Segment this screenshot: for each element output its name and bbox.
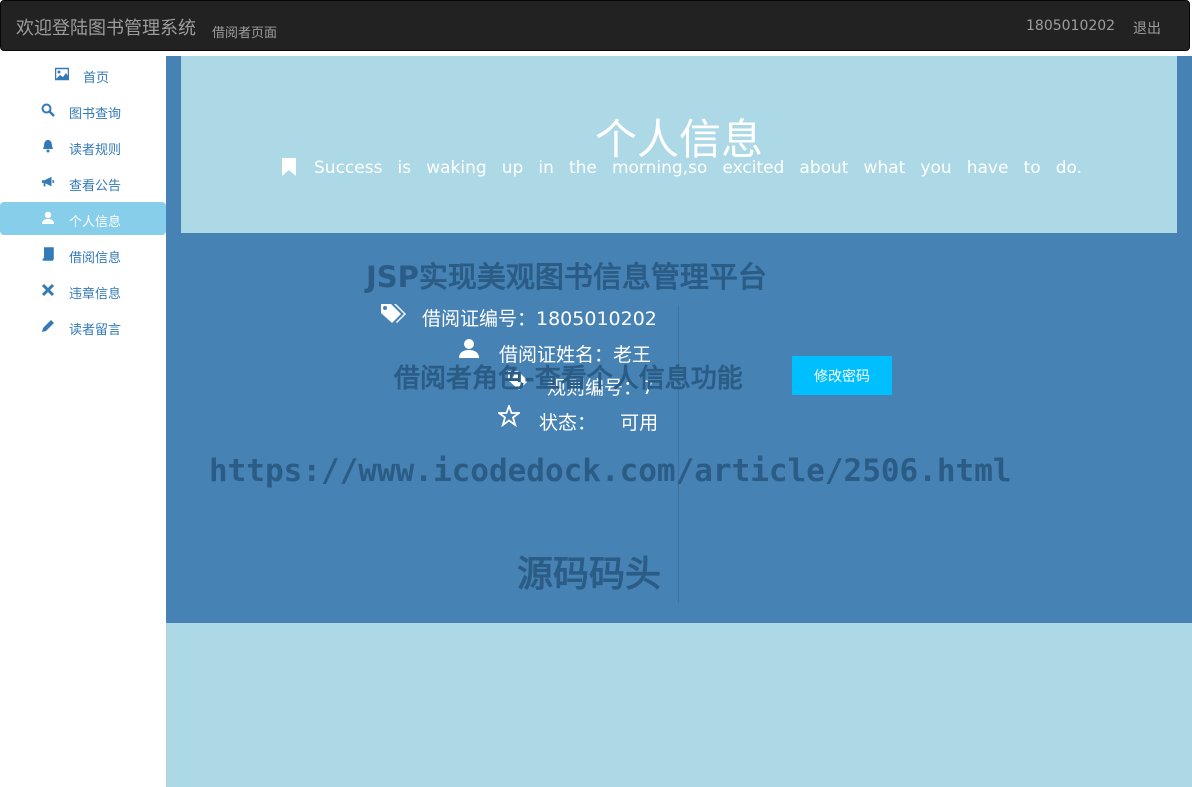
user-id-link[interactable]: 1805010202 xyxy=(1026,18,1115,34)
sidebar: 首页 图书查询 读者规则 查看公告 个人信息 借阅信息 违章信息 读者留言 xyxy=(0,56,166,787)
book-icon xyxy=(42,247,54,261)
watermark-url: https://www.icodedock.com/article/2506.h… xyxy=(209,453,1012,489)
sidebar-item-violations[interactable]: 违章信息 xyxy=(0,274,166,307)
top-navbar: 欢迎登陆图书管理系统 借阅者页面 1805010202 退出 xyxy=(0,0,1190,51)
change-password-button[interactable]: 修改密码 xyxy=(792,356,892,395)
logout-link[interactable]: 退出 xyxy=(1133,18,1161,38)
sidebar-item-borrow-info[interactable]: 借阅信息 xyxy=(0,238,166,271)
sidebar-item-label: 读者规则 xyxy=(69,143,122,158)
watermark-title: JSP实现美观图书信息管理平台 xyxy=(366,260,767,294)
picture-icon xyxy=(55,67,69,81)
sidebar-item-home[interactable]: 首页 xyxy=(0,58,166,91)
sidebar-item-book-search[interactable]: 图书查询 xyxy=(0,94,166,127)
sidebar-item-label: 个人信息 xyxy=(69,215,122,230)
star-icon xyxy=(498,405,520,427)
account-status: 状态： 可用 xyxy=(539,412,659,434)
card-number: 借阅证编号：1805010202 xyxy=(422,308,657,330)
remove-icon xyxy=(41,283,55,297)
watermark-subtitle: 借阅者角色-查看个人信息功能 xyxy=(394,364,743,394)
bullhorn-icon xyxy=(41,176,55,187)
user-icon xyxy=(42,211,54,224)
jumbotron: 个人信息 Success is waking up in the morning… xyxy=(181,56,1177,233)
search-icon xyxy=(41,103,55,117)
sidebar-item-label: 违章信息 xyxy=(69,287,122,302)
bell-icon xyxy=(43,140,53,153)
sidebar-item-messages[interactable]: 读者留言 xyxy=(0,310,166,343)
motto: Success is waking up in the morning,so e… xyxy=(282,156,1082,186)
bookmark-icon xyxy=(282,158,296,176)
sidebar-item-label: 读者留言 xyxy=(69,323,122,338)
motto-text: Success is waking up in the morning,so e… xyxy=(314,158,1082,178)
sidebar-item-personal-info[interactable]: 个人信息 xyxy=(0,202,166,235)
pencil-icon xyxy=(42,320,54,332)
sidebar-item-label: 查看公告 xyxy=(69,179,122,194)
sidebar-item-announcements[interactable]: 查看公告 xyxy=(0,166,166,199)
sidebar-item-label: 图书查询 xyxy=(69,107,122,122)
user-icon xyxy=(459,339,479,358)
tags-icon xyxy=(381,304,406,323)
sidebar-item-label: 借阅信息 xyxy=(69,251,122,266)
sidebar-item-label: 首页 xyxy=(83,71,110,86)
sidebar-item-reader-rules[interactable]: 读者规则 xyxy=(0,130,166,163)
page-subtitle: 借阅者页面 xyxy=(212,26,278,41)
watermark-brand: 源码码头 xyxy=(517,554,662,595)
app-brand[interactable]: 欢迎登陆图书管理系统 xyxy=(16,14,196,40)
